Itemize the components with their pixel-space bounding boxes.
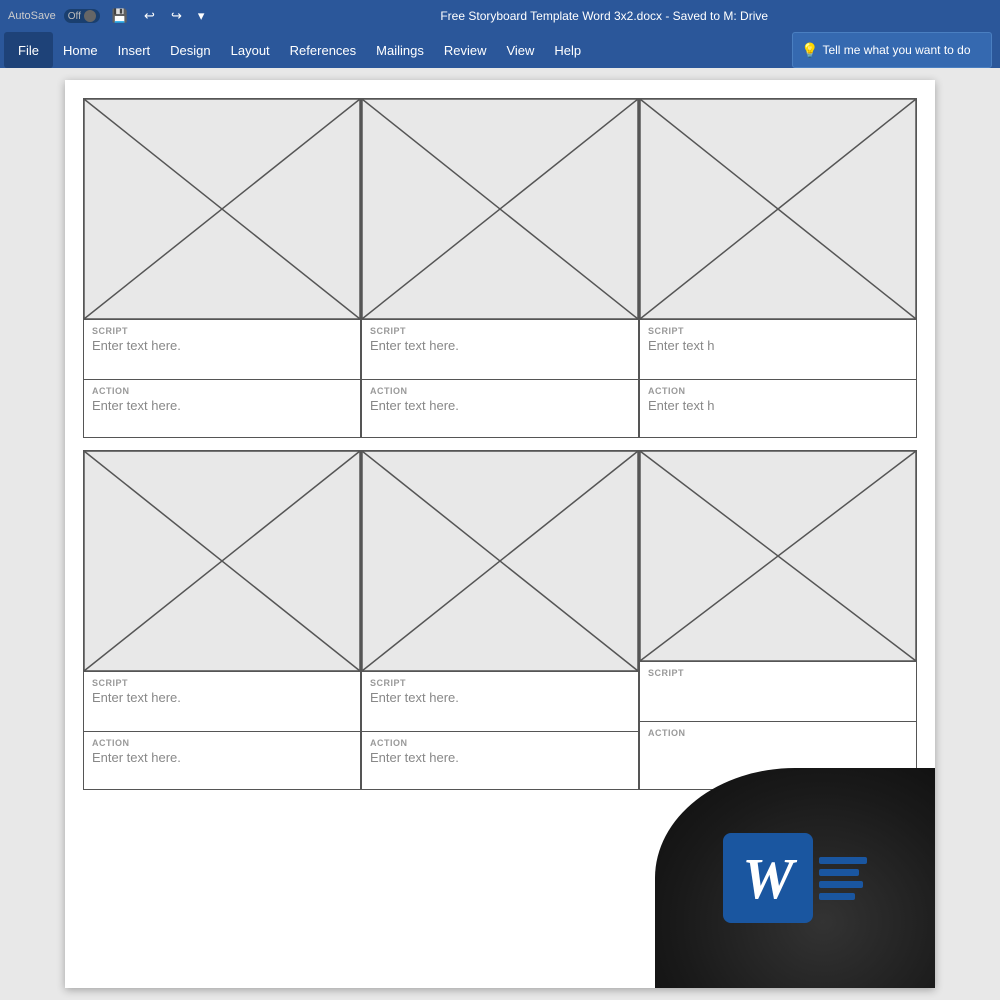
word-lines-icon	[819, 857, 867, 900]
script-text-5[interactable]: Enter text here.	[370, 690, 630, 705]
storyboard-cell-2: SCRIPT Enter text here. ACTION Enter tex…	[361, 98, 639, 438]
placeholder-image-4	[84, 451, 360, 671]
menu-mailings[interactable]: Mailings	[366, 32, 434, 68]
toggle-off-label: Off	[68, 11, 81, 22]
action-section-1: ACTION Enter text here.	[84, 379, 360, 437]
autosave-toggle[interactable]: Off	[64, 9, 100, 23]
action-section-4: ACTION Enter text here.	[84, 731, 360, 789]
script-section-2: SCRIPT Enter text here.	[362, 319, 638, 379]
script-label-2: SCRIPT	[370, 326, 630, 336]
word-line-2	[819, 869, 859, 876]
placeholder-image-3	[640, 99, 916, 319]
tell-me-input[interactable]: 💡 Tell me what you want to do	[792, 32, 992, 68]
storyboard-cell-1: SCRIPT Enter text here. ACTION Enter tex…	[83, 98, 361, 438]
document-title: Free Storyboard Template Word 3x2.docx -…	[216, 9, 992, 23]
menu-home[interactable]: Home	[53, 32, 108, 68]
image-frame-5	[362, 451, 638, 671]
toggle-knob	[84, 10, 96, 22]
action-text-4[interactable]: Enter text here.	[92, 750, 352, 765]
document-page: SCRIPT Enter text here. ACTION Enter tex…	[65, 80, 935, 988]
action-label-6: ACTION	[648, 728, 908, 738]
word-logo-overlay: W	[655, 768, 935, 988]
menu-file[interactable]: File	[4, 32, 53, 68]
placeholder-image-6	[640, 451, 916, 661]
action-section-2: ACTION Enter text here.	[362, 379, 638, 437]
script-section-3: SCRIPT Enter text h	[640, 319, 916, 379]
script-section-5: SCRIPT Enter text here.	[362, 671, 638, 731]
placeholder-image-2	[362, 99, 638, 319]
image-frame-2	[362, 99, 638, 319]
lightbulb-icon: 💡	[801, 42, 818, 59]
word-logo: W	[723, 833, 867, 923]
action-text-3[interactable]: Enter text h	[648, 398, 908, 413]
word-line-1	[819, 857, 867, 864]
redo-button[interactable]: ↪	[167, 6, 186, 26]
menu-design[interactable]: Design	[160, 32, 220, 68]
script-text-1[interactable]: Enter text here.	[92, 338, 352, 353]
placeholder-image-5	[362, 451, 638, 671]
action-section-5: ACTION Enter text here.	[362, 731, 638, 789]
storyboard-row1: SCRIPT Enter text here. ACTION Enter tex…	[83, 98, 917, 438]
image-frame-4	[84, 451, 360, 671]
script-label-6: SCRIPT	[648, 668, 908, 678]
action-label-5: ACTION	[370, 738, 630, 748]
menu-layout[interactable]: Layout	[221, 32, 280, 68]
script-label-5: SCRIPT	[370, 678, 630, 688]
script-section-6: SCRIPT	[640, 661, 916, 721]
menu-insert[interactable]: Insert	[108, 32, 161, 68]
autosave-label: AutoSave	[8, 10, 56, 22]
storyboard-cell-6: SCRIPT ACTION	[639, 450, 917, 790]
word-w-icon: W	[723, 833, 813, 923]
storyboard-row2: SCRIPT Enter text here. ACTION Enter tex…	[83, 450, 917, 790]
image-frame-6	[640, 451, 916, 661]
action-label-4: ACTION	[92, 738, 352, 748]
word-line-4	[819, 893, 855, 900]
menu-view[interactable]: View	[496, 32, 544, 68]
action-text-5[interactable]: Enter text here.	[370, 750, 630, 765]
menu-bar: File Home Insert Design Layout Reference…	[0, 32, 1000, 68]
placeholder-image-1	[84, 99, 360, 319]
action-label-2: ACTION	[370, 386, 630, 396]
script-text-3[interactable]: Enter text h	[648, 338, 908, 353]
script-label-3: SCRIPT	[648, 326, 908, 336]
quick-access-button[interactable]: ▾	[194, 6, 209, 26]
tell-me-text: Tell me what you want to do	[822, 43, 970, 57]
menu-review[interactable]: Review	[434, 32, 497, 68]
action-label-3: ACTION	[648, 386, 908, 396]
script-text-4[interactable]: Enter text here.	[92, 690, 352, 705]
action-text-1[interactable]: Enter text here.	[92, 398, 352, 413]
word-line-3	[819, 881, 863, 888]
save-button[interactable]: 💾	[108, 6, 132, 26]
undo-button[interactable]: ↩	[140, 6, 159, 26]
document-area: SCRIPT Enter text here. ACTION Enter tex…	[0, 68, 1000, 1000]
image-frame-3	[640, 99, 916, 319]
script-text-2[interactable]: Enter text here.	[370, 338, 630, 353]
script-section-4: SCRIPT Enter text here.	[84, 671, 360, 731]
image-frame-1	[84, 99, 360, 319]
storyboard-cell-3: SCRIPT Enter text h ACTION Enter text h	[639, 98, 917, 438]
menu-help[interactable]: Help	[544, 32, 591, 68]
script-label-1: SCRIPT	[92, 326, 352, 336]
script-label-4: SCRIPT	[92, 678, 352, 688]
title-bar: AutoSave Off 💾 ↩ ↪ ▾ Free Storyboard Tem…	[0, 0, 1000, 32]
script-section-1: SCRIPT Enter text here.	[84, 319, 360, 379]
action-text-2[interactable]: Enter text here.	[370, 398, 630, 413]
storyboard-cell-5: SCRIPT Enter text here. ACTION Enter tex…	[361, 450, 639, 790]
action-label-1: ACTION	[92, 386, 352, 396]
storyboard-cell-4: SCRIPT Enter text here. ACTION Enter tex…	[83, 450, 361, 790]
action-section-3: ACTION Enter text h	[640, 379, 916, 437]
menu-references[interactable]: References	[280, 32, 366, 68]
word-w-letter: W	[742, 845, 794, 912]
